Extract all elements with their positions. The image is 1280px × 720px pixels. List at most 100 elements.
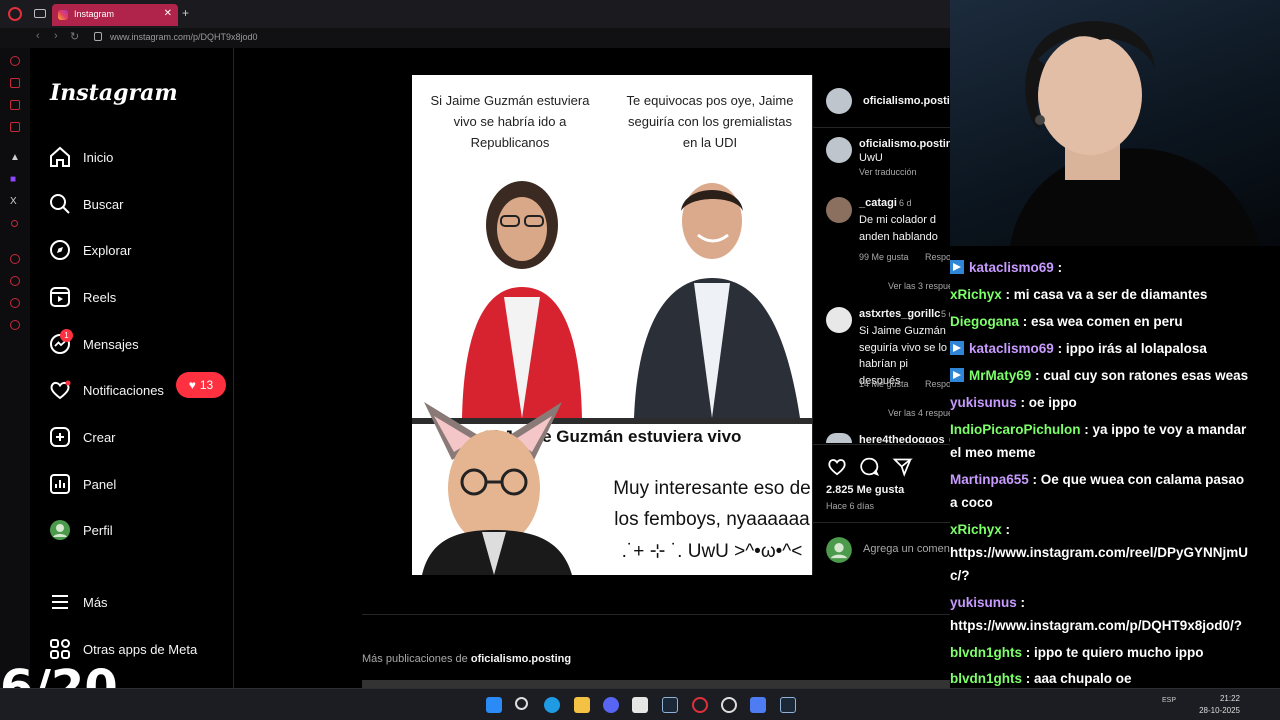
- opera-sidebar: ▲ ■ X: [0, 48, 30, 688]
- chat-separator: :: [1016, 595, 1026, 610]
- chat-username[interactable]: xRichyx: [950, 287, 1002, 302]
- messenger-app-icon[interactable]: [10, 78, 20, 88]
- forward-icon[interactable]: ›: [54, 30, 58, 42]
- lock-icon: [94, 32, 102, 41]
- nav-buscar[interactable]: Buscar: [48, 189, 123, 219]
- url-field[interactable]: www.instagram.com/p/DQHT9x8jod0: [110, 32, 258, 42]
- caption-username[interactable]: oficialismo.postin: [859, 138, 950, 150]
- app-icon[interactable]: [750, 697, 766, 713]
- new-tab-icon[interactable]: +: [182, 6, 189, 20]
- more-posts-prefix: Más publicaciones de: [362, 653, 468, 665]
- comment-likes: 14 Me gusta: [859, 379, 909, 389]
- menu-icon: [52, 595, 68, 609]
- chat-username[interactable]: MrMaty69: [969, 368, 1031, 383]
- chat-username[interactable]: IndioPicaroPichulon: [950, 422, 1081, 437]
- chat-text: cual cuy son ratones esas weas: [1043, 368, 1249, 383]
- x-app-icon[interactable]: X: [10, 196, 17, 207]
- screen: Instagram ✕ + ‹ › ↻ www.instagram.com/p/…: [0, 0, 1280, 720]
- chat-username[interactable]: kataclismo69: [969, 341, 1054, 356]
- comment-avatar[interactable]: [826, 197, 852, 223]
- file-explorer-icon[interactable]: [574, 697, 590, 713]
- obs-icon[interactable]: [721, 697, 737, 713]
- close-tab-icon[interactable]: ✕: [164, 8, 172, 19]
- nav-mas[interactable]: Más: [48, 587, 108, 617]
- like-heart-icon[interactable]: [826, 456, 848, 476]
- comment-avatar[interactable]: [826, 433, 852, 443]
- view-replies[interactable]: Ver las 3 respuestas: [888, 281, 950, 291]
- language-indicator[interactable]: ESP: [1162, 697, 1176, 704]
- nav-notificaciones[interactable]: Notificaciones: [48, 375, 164, 405]
- comment-divider: [813, 522, 950, 523]
- post-image[interactable]: Si Jaime Guzmán estuviera vivo se habría…: [412, 75, 812, 575]
- tab-overview-icon[interactable]: [34, 9, 46, 18]
- comment-icon[interactable]: [859, 456, 880, 477]
- chat-message: yukisunus :: [950, 591, 1025, 614]
- chat-message: xRichyx : mi casa va a ser de diamantes: [950, 283, 1207, 306]
- search-taskbar-icon[interactable]: [515, 697, 528, 710]
- chat-username[interactable]: xRichyx: [950, 522, 1002, 537]
- clock-icon[interactable]: [10, 276, 20, 286]
- chat-separator: :: [1053, 341, 1066, 356]
- twitch-app-icon[interactable]: ■: [10, 174, 16, 185]
- history-icon[interactable]: [10, 254, 20, 264]
- opera-taskbar-icon[interactable]: [692, 697, 708, 713]
- chat-text: https://www.instagram.com/p/DQHT9x8jod0/…: [950, 618, 1243, 633]
- chat-separator: :: [1022, 645, 1035, 660]
- comment-avatar[interactable]: [826, 307, 852, 333]
- chat-message: kataclismo69 : ippo irás al lolapalosa: [950, 337, 1207, 360]
- arrow-app-icon[interactable]: ▲: [10, 152, 20, 163]
- chat-username[interactable]: yukisunus: [950, 395, 1017, 410]
- comment-username[interactable]: astxrtes_gorillc: [859, 308, 940, 320]
- chat-username[interactable]: Martinpa655: [950, 472, 1029, 487]
- chat-username[interactable]: kataclismo69: [969, 260, 1054, 275]
- opera-aria-icon[interactable]: [10, 56, 20, 66]
- chat-message: yukisunus : oe ippo: [950, 391, 1077, 414]
- nav-label: Otras apps de Meta: [83, 641, 198, 657]
- instagram-app-icon[interactable]: [10, 122, 20, 132]
- instagram-sidebar: Instagram Inicio Buscar Explorar Reels M…: [30, 48, 234, 688]
- comment-reply[interactable]: Responder: [925, 379, 950, 389]
- epic-games-icon[interactable]: [632, 697, 648, 713]
- nav-explorar[interactable]: Explorar: [48, 235, 131, 265]
- view-replies[interactable]: Ver las 4 respuestas: [888, 408, 950, 418]
- windows-start-icon[interactable]: [486, 697, 502, 713]
- extensions-icon[interactable]: [10, 298, 20, 308]
- discord-icon[interactable]: [603, 697, 619, 713]
- whatsapp-app-icon[interactable]: [10, 100, 20, 110]
- nav-inicio[interactable]: Inicio: [48, 142, 113, 172]
- chat-username[interactable]: blvdn1ghts: [950, 671, 1022, 686]
- nav-reels[interactable]: Reels: [48, 282, 116, 312]
- add-comment-input[interactable]: Agrega un comen: [863, 543, 950, 555]
- system-clock[interactable]: 21:22 28-10-2025: [1199, 693, 1240, 717]
- posted-time: Hace 6 días: [826, 501, 875, 511]
- instagram-logo[interactable]: Instagram: [50, 80, 178, 106]
- chat-username[interactable]: Diegogana: [950, 314, 1019, 329]
- reload-icon[interactable]: ↻: [70, 30, 79, 43]
- tab-instagram[interactable]: Instagram ✕: [52, 4, 178, 26]
- comment-age: 5 d: [941, 309, 950, 319]
- author-username[interactable]: oficialismo.postin: [863, 95, 950, 107]
- likes-count[interactable]: 2.825 Me gusta: [826, 484, 904, 496]
- player-icon[interactable]: [11, 220, 18, 227]
- caption-avatar[interactable]: [826, 137, 852, 163]
- chat-username[interactable]: yukisunus: [950, 595, 1017, 610]
- comment-text: De mi colador d anden hablando: [859, 214, 938, 243]
- nav-panel[interactable]: Panel: [48, 469, 116, 499]
- more-posts-user[interactable]: oficialismo.posting: [471, 653, 571, 665]
- back-icon[interactable]: ‹: [36, 30, 40, 42]
- comment-reply[interactable]: Responder: [925, 252, 950, 262]
- settings-icon[interactable]: [10, 320, 20, 330]
- steam-2-icon[interactable]: [780, 697, 796, 713]
- author-avatar[interactable]: [826, 88, 852, 114]
- more-posts-thumbnails[interactable]: [362, 680, 950, 688]
- chat-username[interactable]: blvdn1ghts: [950, 645, 1022, 660]
- opera-logo-icon[interactable]: [8, 7, 22, 21]
- comment-username[interactable]: here4thedoggos: [859, 434, 945, 443]
- edge-icon[interactable]: [544, 697, 560, 713]
- steam-icon[interactable]: [662, 697, 678, 713]
- translate-link[interactable]: Ver traducción: [859, 167, 917, 177]
- share-icon[interactable]: [892, 456, 913, 477]
- comment-username[interactable]: _catagi: [859, 197, 897, 209]
- nav-perfil[interactable]: Perfil: [48, 515, 113, 545]
- nav-crear[interactable]: Crear: [48, 422, 116, 452]
